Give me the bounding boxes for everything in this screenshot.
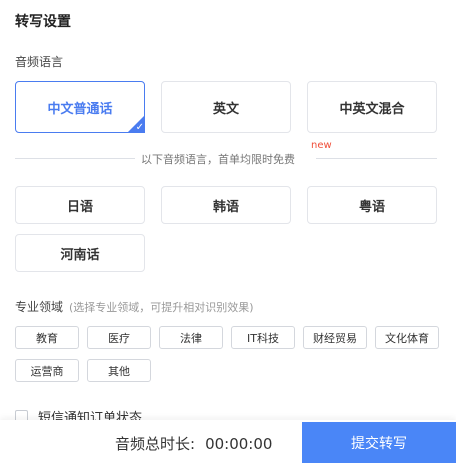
page-title: 转写设置: [15, 14, 71, 30]
lang-option-label: 英文: [212, 101, 239, 117]
duration-label: 音频总时长:: [115, 435, 196, 453]
lang-option-label: 中英文混合: [339, 101, 405, 117]
lang-option-korean[interactable]: 韩语: [161, 186, 291, 224]
lang-option-label: 河南话: [60, 247, 100, 263]
domain-tag-finance[interactable]: 财经贸易: [303, 326, 367, 349]
lang-option-label: 粤语: [358, 199, 385, 215]
domain-tag-culture[interactable]: 文化体育: [375, 326, 439, 349]
lang-option-label: 日语: [66, 199, 93, 215]
domain-hint: (选择专业领域，可提升相对识别效果): [69, 301, 254, 314]
lang-option-japanese[interactable]: 日语: [15, 186, 145, 224]
free-trial-notice: 以下音频语言，首单均限时免费: [141, 153, 295, 166]
domain-tag-law[interactable]: 法律: [159, 326, 223, 349]
check-icon: ✓: [127, 115, 145, 133]
total-duration: 音频总时长: 00:00:00: [115, 433, 272, 454]
domain-section-header: 专业领域 (选择专业领域，可提升相对识别效果): [15, 298, 254, 315]
domain-label: 专业领域: [15, 300, 64, 314]
lang-option-henan[interactable]: 河南话: [15, 234, 145, 272]
divider-left: [15, 158, 135, 159]
submit-transcription-button[interactable]: 提交转写: [302, 422, 456, 463]
lang-option-cantonese[interactable]: 粤语: [307, 186, 437, 224]
divider-right: [316, 158, 437, 159]
duration-value: 00:00:00: [205, 435, 273, 453]
domain-tag-other[interactable]: 其他: [87, 359, 151, 382]
lang-option-mixed[interactable]: 中英文混合: [307, 81, 437, 133]
lang-option-label: 韩语: [212, 199, 239, 215]
domain-tag-education[interactable]: 教育: [15, 326, 79, 349]
domain-tag-carrier[interactable]: 运营商: [15, 359, 79, 382]
domain-tag-it[interactable]: IT科技: [231, 326, 295, 349]
audio-language-label: 音频语言: [15, 55, 64, 69]
domain-tag-medical[interactable]: 医疗: [87, 326, 151, 349]
lang-option-mandarin[interactable]: 中文普通话 ✓: [15, 81, 145, 133]
lang-option-english[interactable]: 英文: [161, 81, 291, 133]
new-badge: new: [311, 140, 332, 151]
lang-option-label: 中文普通话: [47, 101, 113, 117]
